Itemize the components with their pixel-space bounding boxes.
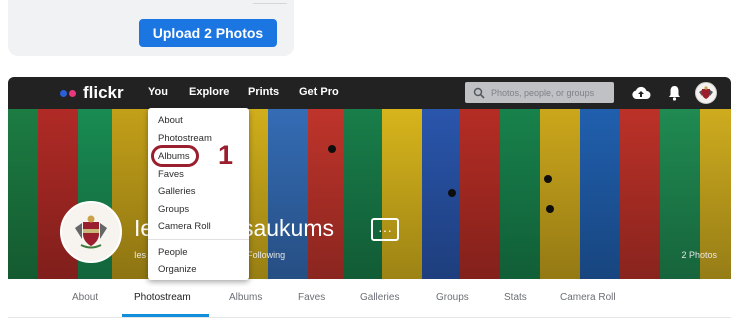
menu-item-about[interactable]: About [158, 115, 183, 126]
tab-photostream[interactable]: Photostream [134, 292, 191, 303]
menu-item-galleries[interactable]: Galleries [158, 186, 196, 197]
cover-photo: Ie osaukums ··· Ies • 1 Following 2 Photos [8, 109, 731, 279]
tab-faves[interactable]: Faves [298, 292, 325, 303]
bell-icon[interactable] [668, 85, 681, 101]
search-placeholder: Photos, people, or groups [491, 87, 595, 98]
panel-edge [253, 0, 287, 4]
menu-item-camera-roll[interactable]: Camera Roll [158, 221, 211, 232]
menu-item-photostream[interactable]: Photostream [158, 133, 212, 144]
menu-item-groups[interactable]: Groups [158, 204, 189, 215]
profile-avatar[interactable] [60, 201, 122, 263]
nav-get-pro[interactable]: Get Pro [299, 86, 339, 98]
logo-text: flickr [83, 83, 124, 102]
flickr-page: flickr You Explore Prints Get Pro Photos… [8, 77, 731, 318]
flickr-logo[interactable]: flickr [60, 83, 124, 103]
profile-tabs: About Photostream Albums Faves Galleries… [8, 279, 731, 318]
step-number-label: 1 [218, 140, 234, 170]
search-input[interactable]: Photos, people, or groups [465, 82, 614, 103]
tab-albums[interactable]: Albums [229, 292, 262, 303]
search-icon [473, 87, 485, 99]
coat-of-arms-icon [75, 215, 107, 249]
profile-stats-prefix: Ies [134, 250, 147, 260]
active-tab-indicator [122, 314, 209, 317]
albums-highlight-ring [151, 145, 199, 167]
cloud-upload-icon[interactable] [631, 85, 651, 101]
coat-of-arms-icon [699, 86, 713, 99]
menu-item-organize[interactable]: Organize [158, 264, 197, 275]
nav-you[interactable]: You [148, 86, 168, 98]
avatar[interactable] [695, 82, 717, 104]
upload-panel: Upload 2 Photos [8, 0, 294, 56]
top-nav: flickr You Explore Prints Get Pro Photos… [8, 77, 731, 109]
cover-shade [8, 109, 731, 279]
you-dropdown-menu: About Photostream Albums Faves Galleries… [148, 108, 249, 280]
menu-divider [148, 239, 249, 240]
nav-explore[interactable]: Explore [189, 86, 229, 98]
menu-item-faves[interactable]: Faves [158, 169, 184, 180]
tab-about[interactable]: About [72, 292, 98, 303]
tab-groups[interactable]: Groups [436, 292, 469, 303]
tab-camera-roll[interactable]: Camera Roll [560, 292, 616, 303]
logo-blue-dot [60, 89, 67, 97]
tab-stats[interactable]: Stats [504, 292, 527, 303]
upload-photos-button[interactable]: Upload 2 Photos [139, 19, 277, 47]
tab-galleries[interactable]: Galleries [360, 292, 399, 303]
photo-count: 2 Photos [681, 250, 717, 260]
logo-pink-dot [69, 89, 76, 97]
more-options-button[interactable]: ··· [371, 218, 399, 241]
nav-prints[interactable]: Prints [248, 86, 279, 98]
menu-item-people[interactable]: People [158, 247, 188, 258]
